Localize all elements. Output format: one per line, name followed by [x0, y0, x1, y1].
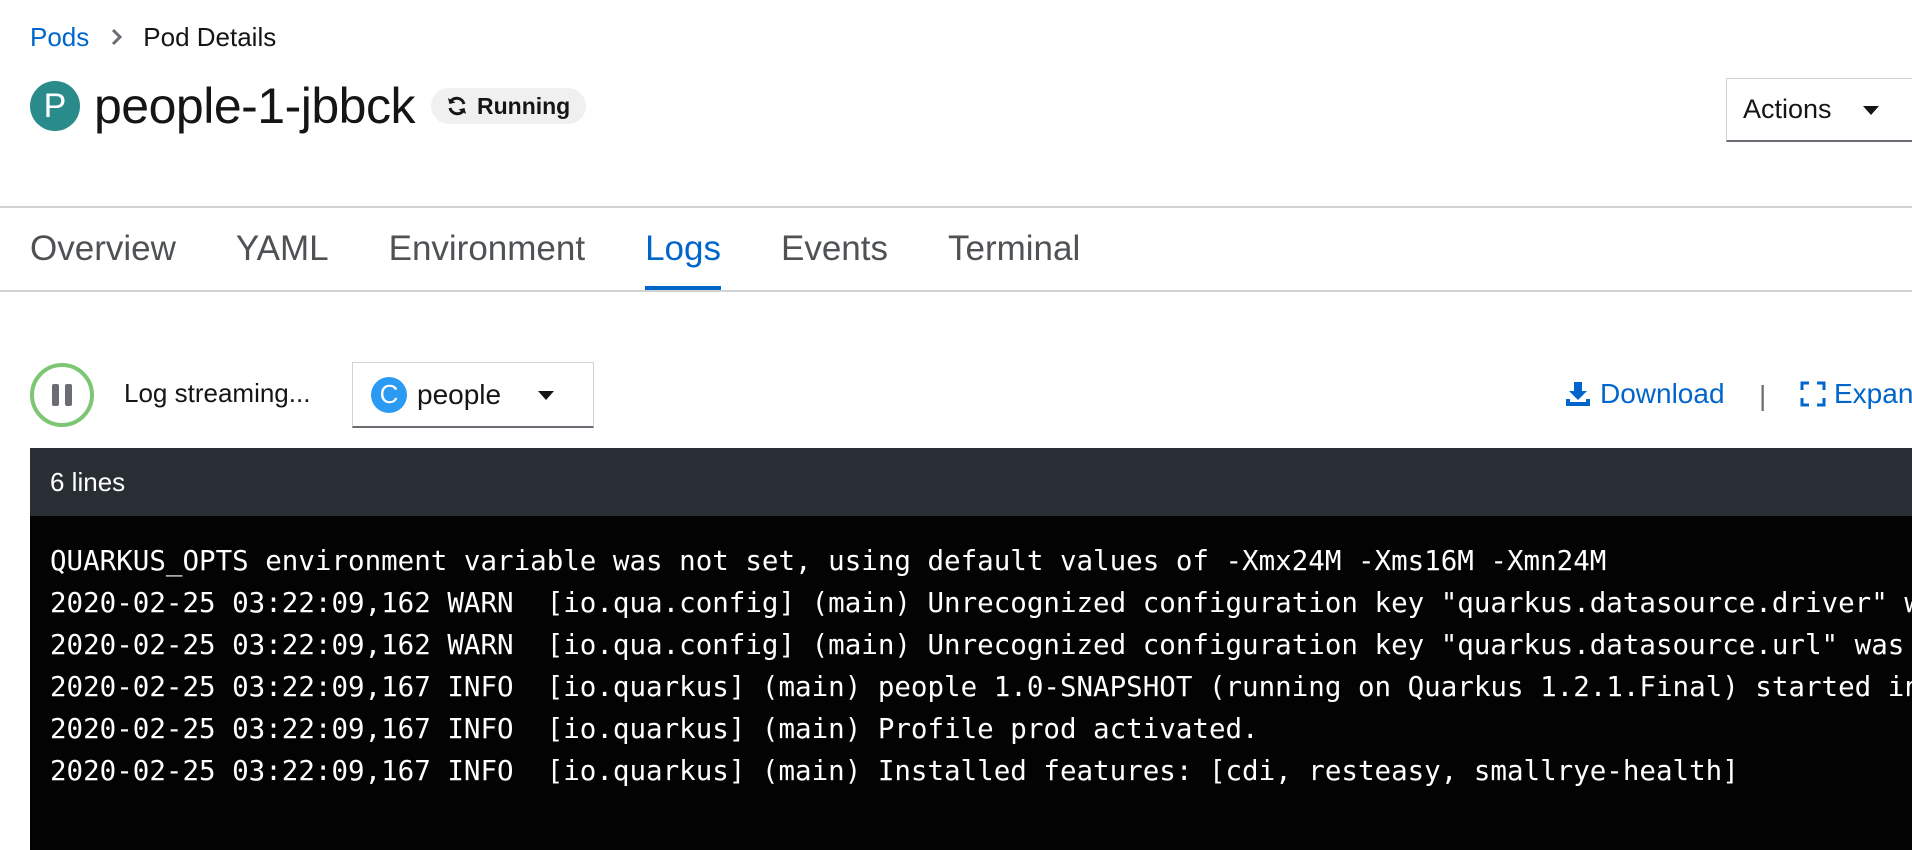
log-line-count: 6 lines [30, 448, 1912, 516]
pause-icon [49, 382, 75, 408]
container-dropdown[interactable]: C people [352, 362, 594, 428]
pause-streaming-button[interactable] [30, 363, 94, 427]
page-title: people-1-jbbck [94, 78, 415, 134]
caret-down-icon [537, 389, 555, 401]
actions-label: Actions [1743, 94, 1832, 124]
tab-logs[interactable]: Logs [645, 208, 721, 290]
tabs-divider [0, 290, 1912, 292]
download-label: Download [1600, 378, 1725, 409]
expand-icon [1800, 381, 1826, 407]
tab-overview[interactable]: Overview [30, 208, 176, 290]
streaming-status: Log streaming... [124, 378, 311, 408]
container-name: people [417, 378, 502, 410]
chevron-right-icon [111, 28, 123, 46]
download-icon [1566, 382, 1590, 406]
breadcrumb: Pods Pod Details [30, 20, 276, 54]
actions-dropdown[interactable]: Actions [1726, 78, 1912, 142]
log-output[interactable]: QUARKUS_OPTS environment variable was no… [30, 516, 1912, 850]
tab-terminal[interactable]: Terminal [948, 208, 1080, 290]
container-resource-badge: C [371, 376, 407, 413]
tab-yaml[interactable]: YAML [236, 208, 329, 290]
log-line: 2020-02-25 03:22:09,162 WARN [io.qua.con… [50, 587, 1912, 619]
log-line: 2020-02-25 03:22:09,162 WARN [io.qua.con… [50, 629, 1912, 661]
tab-environment[interactable]: Environment [389, 208, 585, 290]
log-line: 2020-02-25 03:22:09,167 INFO [io.quarkus… [50, 671, 1912, 703]
breadcrumb-current: Pod Details [143, 21, 277, 52]
log-line: QUARKUS_OPTS environment variable was no… [50, 545, 1607, 577]
status-badge: Running [430, 88, 587, 124]
tab-bar: Overview YAML Environment Logs Events Te… [30, 208, 1140, 290]
log-line: 2020-02-25 03:22:09,167 INFO [io.quarkus… [50, 755, 1739, 787]
download-button[interactable]: Download [1564, 378, 1725, 410]
page-header: P people-1-jbbck Running [30, 76, 587, 136]
pod-resource-badge: P [30, 81, 80, 131]
log-line: 2020-02-25 03:22:09,167 INFO [io.quarkus… [50, 713, 1259, 745]
tab-events[interactable]: Events [781, 208, 888, 290]
toolbar-separator: | [1759, 380, 1767, 411]
expand-button[interactable]: Expand [1800, 378, 1912, 410]
expand-label: Expand [1834, 378, 1912, 409]
breadcrumb-pods-link[interactable]: Pods [30, 22, 89, 53]
sync-icon [445, 94, 469, 118]
caret-down-icon [1862, 104, 1880, 116]
log-line-count-label: 6 lines [50, 466, 126, 497]
status-label: Running [476, 92, 571, 119]
